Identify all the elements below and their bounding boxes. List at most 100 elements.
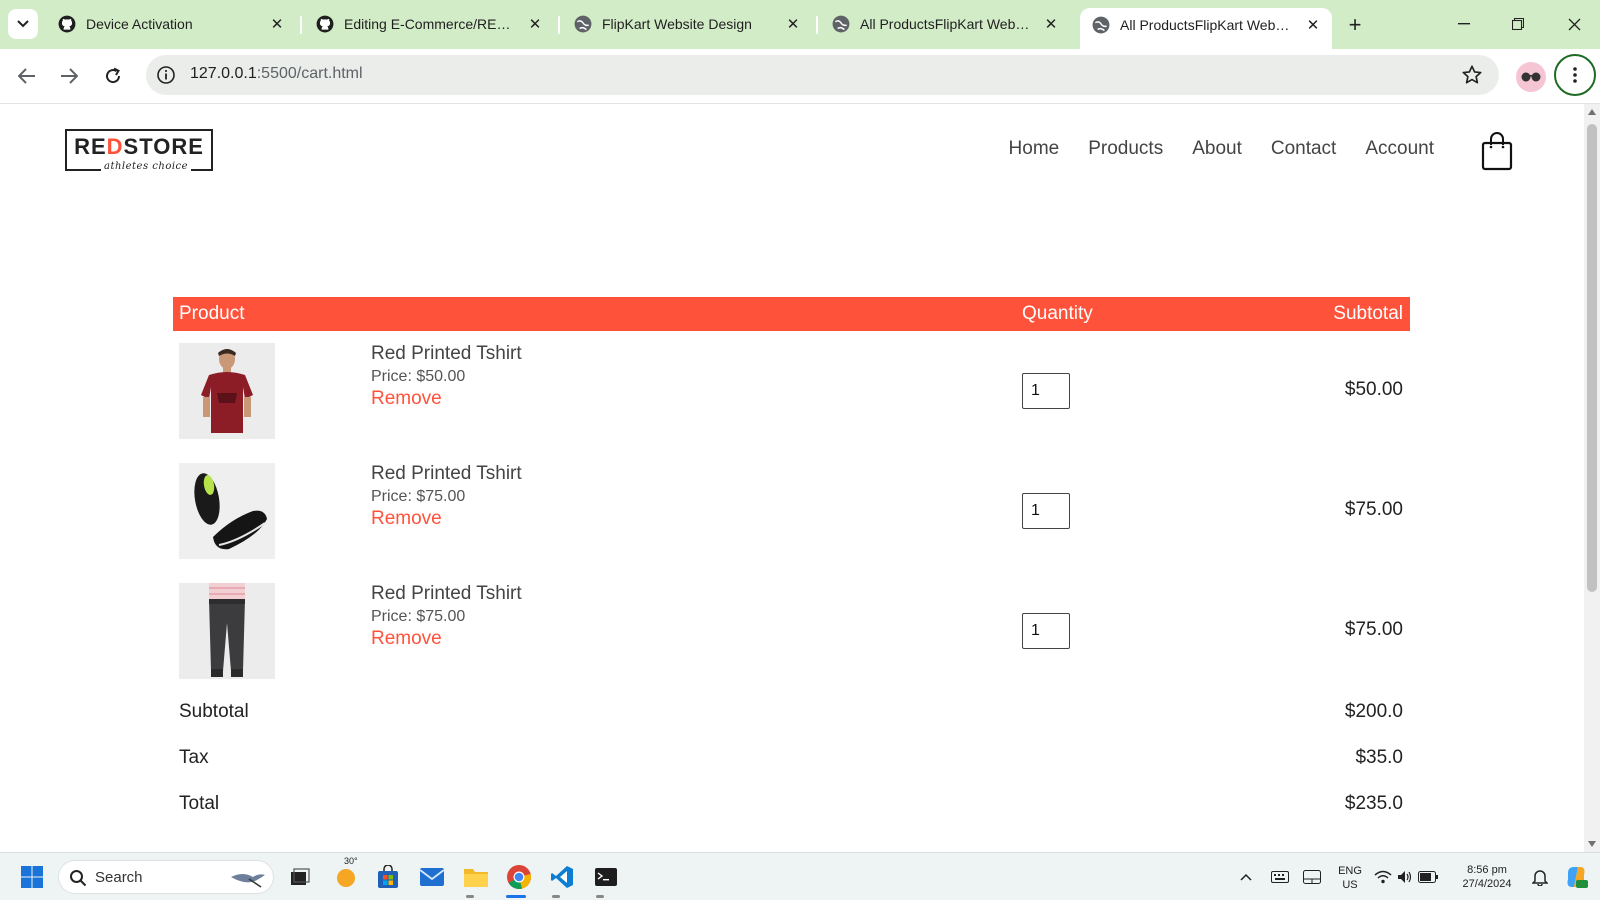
close-icon (1568, 18, 1580, 30)
header-product: Product (179, 303, 245, 324)
notifications-button[interactable] (1524, 861, 1556, 893)
tab-search-button[interactable] (8, 9, 38, 39)
info-icon[interactable] (156, 65, 176, 85)
remove-link[interactable]: Remove (371, 508, 522, 530)
bookmark-star-icon[interactable] (1461, 64, 1483, 86)
totals-label: Subtotal (179, 701, 249, 722)
reload-icon (106, 67, 121, 84)
start-button[interactable] (16, 861, 48, 893)
arrow-right-icon (61, 68, 78, 84)
totals-label: Tax (179, 747, 209, 768)
clock[interactable]: 8:56 pm 27/4/2024 (1452, 863, 1522, 891)
cart-row: Red Printed Tshirt Price: $50.00 Remove … (173, 331, 1410, 451)
close-icon[interactable]: ✕ (526, 15, 544, 33)
product-price: Price: $50.00 (371, 368, 466, 385)
new-tab-button[interactable]: + (1342, 12, 1368, 38)
terminal-icon (595, 868, 617, 886)
close-icon[interactable]: ✕ (268, 15, 286, 33)
weather-temp: 30° (344, 856, 358, 866)
folder-icon (464, 869, 488, 887)
tab-title: Editing E-Commerce/README.md (344, 16, 518, 32)
browser-tab-active[interactable]: All ProductsFlipKart Website ✕ (1080, 8, 1332, 49)
nav-account[interactable]: Account (1365, 138, 1434, 160)
nav-products[interactable]: Products (1088, 138, 1163, 160)
cart-row: Red Printed Tshirt Price: $75.00 Remove … (173, 571, 1410, 691)
back-button[interactable] (12, 61, 42, 91)
browser-menu-button[interactable] (1554, 54, 1596, 96)
language-indicator[interactable]: ENG US (1332, 864, 1368, 892)
close-icon[interactable]: ✕ (1304, 16, 1322, 34)
row-subtotal: $75.00 (1344, 499, 1403, 520)
close-icon[interactable]: ✕ (1042, 15, 1060, 33)
browser-tab[interactable]: Editing E-Commerce/README.md ✕ (304, 8, 554, 40)
product-info: Red Printed Tshirt Price: $75.00 Remove (371, 463, 522, 530)
profile-avatar[interactable] (1516, 62, 1546, 92)
product-name: Red Printed Tshirt (371, 463, 522, 484)
close-icon[interactable]: ✕ (784, 15, 802, 33)
page-viewport: REDSTORE athletes choice Home Products A… (0, 104, 1584, 852)
url-text[interactable]: 127.0.0.1:5500/cart.html (190, 65, 363, 83)
arrow-left-icon (18, 68, 35, 84)
vscode-button[interactable] (546, 861, 578, 893)
github-icon (58, 15, 76, 33)
task-view-icon (291, 868, 310, 885)
tab-title: FlipKart Website Design (602, 16, 752, 32)
scrollbar-thumb[interactable] (1587, 124, 1597, 592)
nav-home[interactable]: Home (1009, 138, 1060, 160)
terminal-button[interactable] (590, 861, 622, 893)
logo-text: REDSTORE (74, 134, 204, 159)
wifi-icon (1374, 870, 1392, 884)
battery-icon (1417, 871, 1438, 883)
keyboard-tray-button[interactable] (1264, 861, 1296, 893)
totals-label: Total (179, 793, 220, 814)
product-info: Red Printed Tshirt Price: $75.00 Remove (371, 583, 522, 650)
address-bar[interactable]: 127.0.0.1:5500/cart.html (146, 55, 1499, 95)
remove-link[interactable]: Remove (371, 628, 522, 650)
page-scrollbar[interactable] (1584, 104, 1600, 852)
chrome-button[interactable] (503, 861, 535, 893)
tab-title: All ProductsFlipKart Website (1120, 16, 1296, 33)
tab-title: All ProductsFlipKart Website (860, 16, 1034, 32)
search-icon (70, 870, 87, 887)
remove-link[interactable]: Remove (371, 388, 522, 410)
mail-button[interactable] (416, 861, 448, 893)
scroll-down-arrow[interactable] (1588, 841, 1596, 847)
touchpad-tray-button[interactable] (1296, 861, 1328, 893)
quantity-input[interactable] (1022, 373, 1070, 409)
redstore-logo[interactable]: REDSTORE athletes choice (65, 129, 213, 172)
windows-logo-icon (21, 866, 43, 888)
store-icon (378, 865, 398, 888)
quantity-input[interactable] (1022, 493, 1070, 529)
totals-row-subtotal: Subtotal $200.0 (173, 691, 1410, 737)
browser-tab[interactable]: Device Activation ✕ (46, 8, 296, 40)
shopping-bag-icon[interactable] (1481, 131, 1513, 171)
weather-sun-icon (337, 869, 355, 887)
restore-icon (1512, 18, 1524, 30)
browser-tab[interactable]: All ProductsFlipKart Website ✕ (820, 8, 1070, 40)
microsoft-store-button[interactable] (372, 861, 404, 893)
task-view-button[interactable] (284, 861, 316, 893)
weather-widget[interactable]: 30° (330, 856, 362, 893)
active-app-indicator (506, 895, 526, 898)
running-indicator (596, 895, 604, 898)
quick-settings-button[interactable] (1372, 861, 1440, 893)
copilot-icon (1567, 867, 1588, 888)
file-explorer-button[interactable] (460, 861, 492, 893)
copilot-button[interactable] (1560, 861, 1592, 893)
nav-about[interactable]: About (1192, 138, 1242, 160)
close-window-button[interactable] (1554, 10, 1594, 38)
quantity-input[interactable] (1022, 613, 1070, 649)
touchpad-icon (1303, 870, 1321, 884)
product-price: Price: $75.00 (371, 608, 466, 625)
tab-separator (558, 16, 560, 34)
show-hidden-icons-button[interactable] (1230, 861, 1262, 893)
reload-button[interactable] (98, 61, 128, 91)
nav-contact[interactable]: Contact (1271, 138, 1336, 160)
cart-totals: Subtotal $200.0 Tax $35.0 Total $235.0 (173, 691, 1410, 829)
restore-button[interactable] (1498, 10, 1538, 38)
browser-tab[interactable]: FlipKart Website Design ✕ (562, 8, 812, 40)
minimize-button[interactable] (1444, 10, 1484, 38)
forward-button[interactable] (54, 61, 84, 91)
scroll-up-arrow[interactable] (1588, 109, 1596, 115)
taskbar-search[interactable]: Search (58, 860, 274, 894)
